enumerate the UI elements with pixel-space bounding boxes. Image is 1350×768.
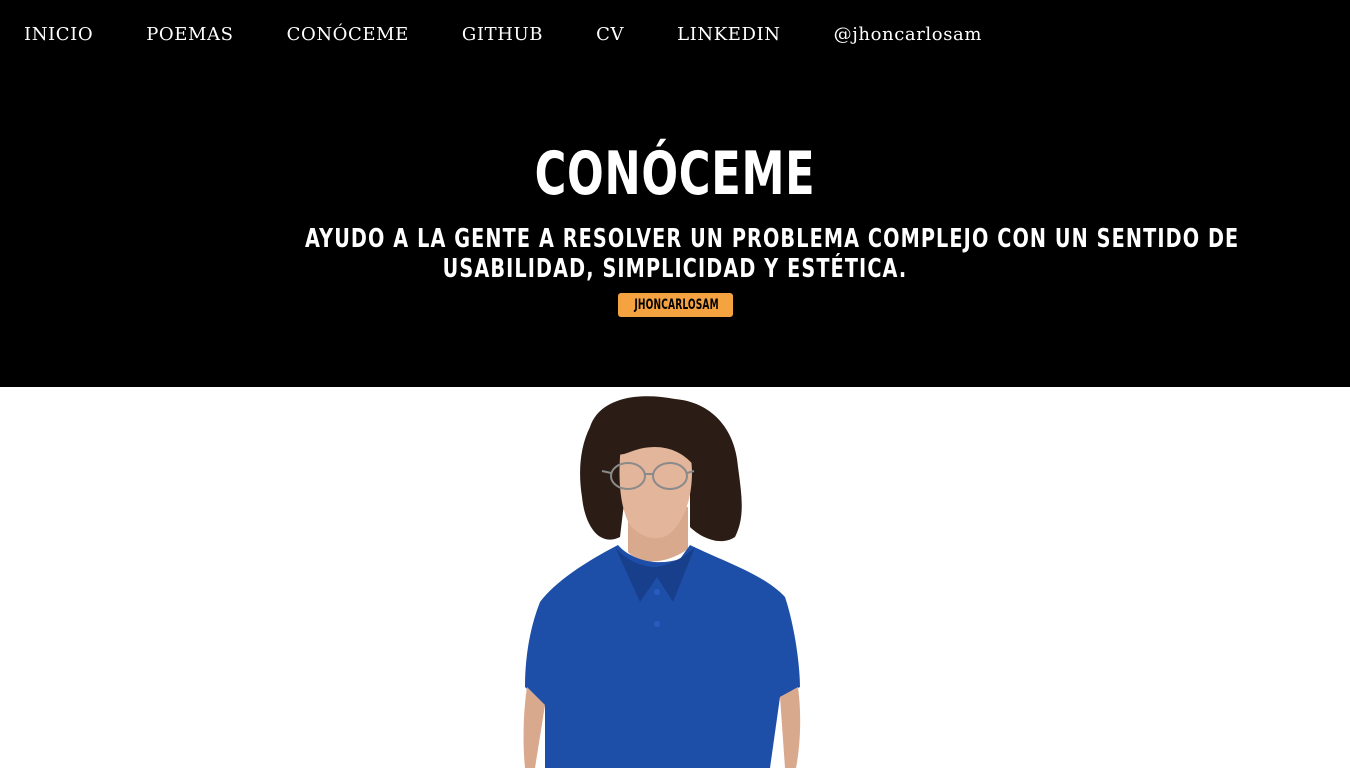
hero-subtitle-line-1: AYUDO A LA GENTE A RESOLVER UN PROBLEMA … — [305, 224, 1240, 254]
hero-section: INICIO POEMAS CONÓCEME GITHUB CV LINKEDI… — [0, 0, 1350, 387]
nav-link-poemas[interactable]: POEMAS — [146, 24, 233, 45]
author-badge: JHONCARLOSAM — [618, 293, 733, 317]
hero-subtitle-line-2: USABILIDAD, SIMPLICIDAD Y ESTÉTICA. — [442, 254, 908, 284]
nav-link-conoceme[interactable]: CONÓCEME — [287, 24, 409, 45]
hero-subtitle: AYUDO A LA GENTE A RESOLVER UN PROBLEMA … — [305, 224, 1240, 284]
person-portrait-photo — [523, 396, 801, 768]
nav-link-linkedin[interactable]: LINKEDIN — [677, 24, 781, 45]
portrait-section — [0, 387, 1350, 768]
nav-link-cv[interactable]: CV — [596, 24, 624, 45]
shirt-button — [654, 589, 660, 595]
right-arm-shape — [780, 687, 801, 768]
author-badge-label: JHONCARLOSAM — [634, 297, 719, 313]
nav-link-handle[interactable]: @jhoncarlosam — [834, 24, 982, 45]
nav-link-inicio[interactable]: INICIO — [24, 24, 93, 45]
nav-link-github[interactable]: GITHUB — [462, 24, 543, 45]
top-navigation: INICIO POEMAS CONÓCEME GITHUB CV LINKEDI… — [24, 20, 982, 48]
shirt-button — [654, 621, 660, 627]
page-title: CONÓCEME — [534, 139, 816, 209]
